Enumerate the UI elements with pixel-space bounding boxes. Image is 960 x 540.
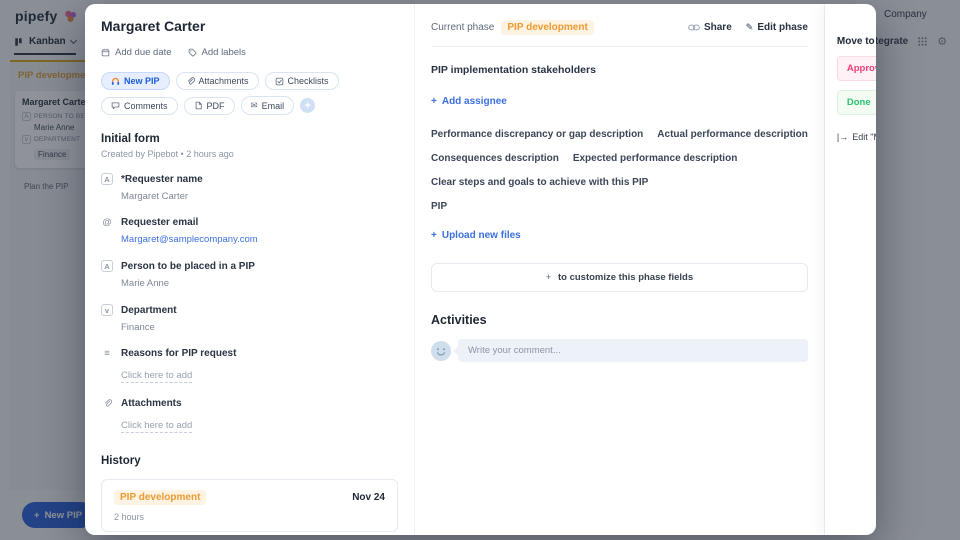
field-value[interactable]: Marie Anne — [121, 278, 398, 289]
pill-attachments[interactable]: Attachments — [175, 72, 259, 90]
upload-new-files-button[interactable]: + Upload new files — [431, 230, 521, 241]
comment-composer — [431, 339, 808, 362]
pill-pdf[interactable]: PDF — [183, 96, 235, 115]
move-to-done-button[interactable]: Done → — [836, 90, 876, 115]
phase-column: Current phase PIP development Share ✎ Ed… — [415, 4, 825, 535]
customize-phase-fields-button[interactable]: + to customize this phase fields — [431, 263, 808, 292]
pipe-icon — [111, 77, 120, 85]
field-attachments: Attachments Click here to add — [101, 398, 398, 433]
envelope-icon: ✉ — [250, 100, 258, 110]
pill-email[interactable]: ✉ Email — [240, 96, 295, 115]
edit-move-to-phase-link[interactable]: |→ Edit "Move to phase" — [837, 132, 876, 142]
history-title: History — [101, 455, 141, 467]
plus-icon: + — [431, 230, 437, 241]
phase-header: Current phase PIP development Share ✎ Ed… — [431, 14, 808, 47]
card-info-column: Margaret Carter Add due date Add labels — [85, 4, 415, 535]
edit-phase-button[interactable]: ✎ Edit phase — [746, 22, 808, 33]
share-button[interactable]: Share — [688, 22, 732, 33]
text-field-icon: A — [101, 173, 113, 185]
comment-input[interactable] — [458, 339, 808, 362]
field-value[interactable]: Margaret Carter — [121, 191, 398, 202]
field-person-in-pip: A Person to be placed in a PIP Marie Ann… — [101, 260, 398, 289]
add-labels-button[interactable]: Add labels — [188, 47, 246, 58]
phase-field-label[interactable]: Clear steps and goals to achieve with th… — [431, 177, 648, 188]
pill-comments[interactable]: Comments — [101, 96, 178, 115]
field-requester-email: @ Requester email Margaret@samplecompany… — [101, 217, 398, 245]
current-phase-label: Current phase — [431, 22, 495, 33]
card-detail-modal: Margaret Carter Add due date Add labels — [85, 4, 876, 535]
history-duration: 2 hours — [114, 512, 145, 522]
paperclip-icon — [101, 399, 113, 408]
history-date: Nov 24 — [352, 492, 385, 503]
field-department: v Department Finance — [101, 304, 398, 333]
history-phase-chip: PIP development — [114, 490, 207, 505]
pill-checklists[interactable]: Checklists — [264, 72, 339, 90]
pdf-document-icon — [195, 101, 202, 110]
pill-new-pip[interactable]: New PIP — [101, 72, 170, 90]
initial-form-subtitle: Created by Pipebot • 2 hours ago — [101, 149, 234, 159]
at-icon: @ — [102, 217, 112, 228]
add-assignee-button[interactable]: + Add assignee — [431, 96, 507, 107]
tag-icon — [188, 48, 196, 57]
add-pill-button[interactable]: + — [300, 98, 316, 113]
initial-form-title: Initial form — [101, 133, 160, 145]
calendar-icon — [101, 48, 110, 57]
select-field-icon: v — [101, 304, 113, 316]
add-due-date-button[interactable]: Add due date — [101, 47, 172, 58]
link-icon — [688, 24, 700, 31]
phase-field-labels: Performance discrepancy or gap descripti… — [431, 129, 808, 212]
comment-icon — [111, 102, 120, 110]
text-field-icon: A — [101, 260, 113, 272]
field-value-email-link[interactable]: Margaret@samplecompany.com — [121, 234, 398, 245]
field-value[interactable]: Finance — [121, 322, 398, 333]
history-entry: PIP development Nov 24 2 hours — [101, 479, 398, 532]
phase-field-label[interactable]: Performance discrepancy or gap descripti… — [431, 129, 643, 140]
move-to-phase-title: Move to phase — [836, 36, 876, 47]
click-to-add[interactable]: Click here to add — [121, 370, 193, 383]
plus-icon: + — [545, 272, 552, 283]
plus-icon: + — [431, 96, 437, 107]
user-avatar — [431, 340, 451, 361]
field-requester-name: A *Requester name Margaret Carter — [101, 173, 398, 202]
move-to-phase-panel: ⋮ × Move to phase Approval → Done → |→ E… — [825, 4, 876, 535]
phase-field-label[interactable]: Actual performance description — [657, 129, 808, 140]
phase-field-label[interactable]: Consequences description — [431, 153, 559, 164]
phase-field-label[interactable]: PIP — [431, 201, 447, 212]
phase-field-label[interactable]: Expected performance description — [573, 153, 738, 164]
stakeholders-label: PIP implementation stakeholders — [431, 64, 596, 76]
current-phase-chip: PIP development — [501, 20, 594, 35]
card-title: Margaret Carter — [101, 18, 206, 34]
paperclip-icon — [187, 76, 195, 84]
smiley-avatar-icon — [431, 340, 451, 361]
pencil-icon: ✎ — [745, 22, 754, 32]
list-icon: ≡ — [104, 348, 110, 359]
card-meta-toolbar: Add due date Add labels — [101, 47, 398, 58]
field-reasons: ≡ Reasons for PIP request Click here to … — [101, 348, 398, 383]
edit-move-arrow-icon: |→ — [836, 132, 849, 142]
click-to-add[interactable]: Click here to add — [121, 420, 193, 433]
move-to-approval-button[interactable]: Approval → — [836, 56, 876, 81]
checklist-icon — [275, 77, 283, 85]
activities-title: Activities — [431, 313, 487, 327]
card-action-pills: New PIP Attachments Checklists Comments … — [101, 72, 398, 115]
